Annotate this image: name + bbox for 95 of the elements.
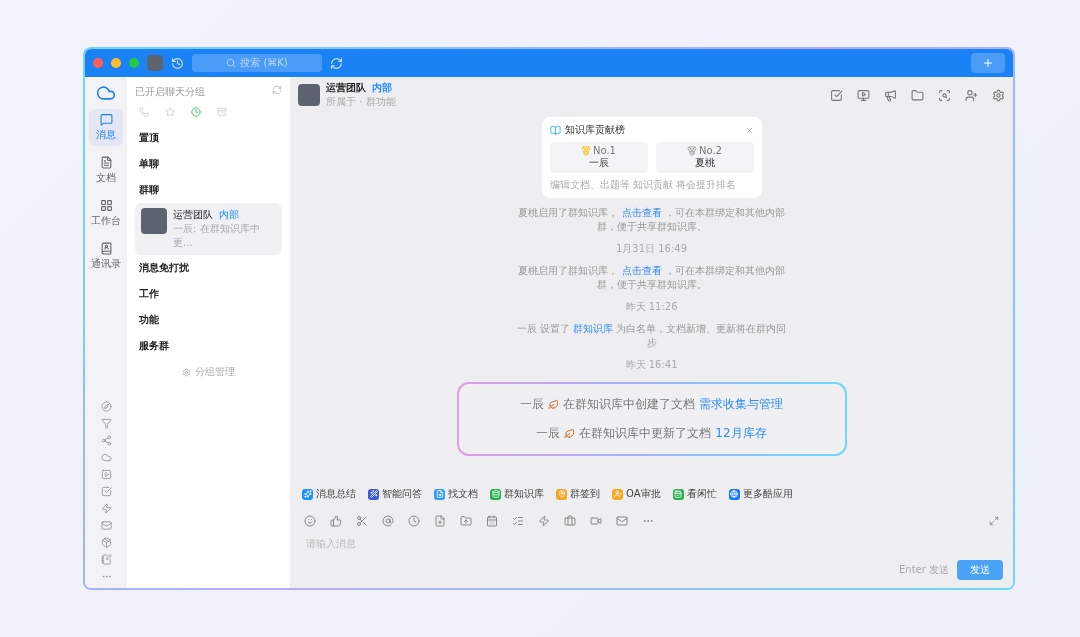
app-shortcut[interactable]: 群签到 <box>556 487 600 501</box>
app-logo-icon <box>96 83 116 103</box>
chat-tag: 内部 <box>370 82 394 93</box>
rail-tab[interactable]: 文档 <box>89 152 123 189</box>
system-notice: 夏桃启用了群知识库， 点击查看 ，可在本群绑定和其他内部群，便于共享群知识库。 <box>517 206 786 234</box>
gear-icon <box>182 367 191 377</box>
toolbar-icon[interactable] <box>408 515 420 527</box>
tool-icon[interactable] <box>100 452 112 463</box>
card-note: 编辑文档、出题等 知识贡献 将会提升排名 <box>549 178 737 192</box>
zoom-dot[interactable] <box>129 58 139 68</box>
list-header: 已开启聊天分组 <box>135 85 205 99</box>
app-shortcut[interactable]: 智能问答 <box>368 487 422 501</box>
tool-icon[interactable] <box>100 537 112 548</box>
expand-icon[interactable] <box>989 516 999 526</box>
toolbar-icon[interactable] <box>382 515 394 527</box>
chat-title: 运营团队 <box>326 82 366 93</box>
header-icon[interactable] <box>911 88 924 102</box>
tool-icon[interactable] <box>100 486 112 497</box>
close-dot[interactable] <box>93 58 103 68</box>
add-button[interactable] <box>971 53 1005 73</box>
activity-text: 在群知识库中更新了文档 <box>579 425 712 442</box>
app-shortcut[interactable]: 更多酷应用 <box>728 487 793 501</box>
card-title: 知识库贡献榜 <box>564 123 625 137</box>
toolbar-icon[interactable] <box>564 515 576 527</box>
group-label[interactable]: 消息免打扰 <box>135 255 282 281</box>
medal-icon <box>581 145 591 156</box>
app-shortcut[interactable]: 消息总结 <box>302 487 356 501</box>
tool-icon[interactable] <box>100 401 112 412</box>
rail-icon <box>99 156 113 169</box>
header-icon[interactable] <box>938 88 951 102</box>
rank-label: No.1 <box>593 145 616 156</box>
toolbar-icon[interactable] <box>304 515 316 527</box>
activity-text: 在群知识库中创建了文档 <box>563 396 695 413</box>
refresh-icon[interactable] <box>272 85 282 95</box>
app-shortcut[interactable]: 找文档 <box>434 487 478 501</box>
avatar <box>147 55 163 71</box>
group-label[interactable]: 工作 <box>135 281 282 307</box>
group-label[interactable]: 功能 <box>135 307 282 333</box>
system-notice: 夏桃启用了群知识库， 点击查看 ，可在本群绑定和其他内部群，便于共享群知识库。 <box>517 264 786 292</box>
tool-icon[interactable] <box>100 520 112 531</box>
tool-icon[interactable] <box>100 554 112 565</box>
leaf-icon <box>548 399 559 410</box>
sync-icon[interactable] <box>330 56 343 70</box>
toolbar-icon[interactable] <box>434 515 446 527</box>
toolbar-icon[interactable] <box>460 515 472 527</box>
rail-icon <box>99 242 113 255</box>
group-label[interactable]: 置顶 <box>135 125 282 151</box>
book-icon <box>549 124 561 136</box>
rail-tab[interactable]: 通讯录 <box>89 238 123 275</box>
rank-name: 夏桃 <box>694 156 715 170</box>
app-shortcut[interactable]: 看闲忙 <box>672 487 717 501</box>
rail-icon <box>99 113 113 126</box>
close-icon[interactable] <box>744 125 754 135</box>
toolbar-icon[interactable] <box>330 515 342 527</box>
header-icon[interactable] <box>830 88 843 102</box>
phone-icon[interactable] <box>139 107 149 117</box>
archive-icon[interactable] <box>217 107 227 117</box>
tool-icon[interactable] <box>100 418 112 429</box>
toolbar-icon[interactable] <box>486 515 498 527</box>
group-avatar <box>298 84 320 106</box>
toolbar-icon[interactable] <box>356 515 368 527</box>
app-shortcut[interactable]: 群知识库 <box>490 487 544 501</box>
star-icon[interactable] <box>165 107 175 117</box>
leaf-icon <box>564 428 576 439</box>
tool-icon[interactable] <box>100 435 112 446</box>
group-label[interactable]: 单聊 <box>135 151 282 177</box>
group-label[interactable]: 服务群 <box>135 333 282 359</box>
minimize-dot[interactable] <box>111 58 121 68</box>
plus-icon <box>982 57 994 69</box>
group-avatar <box>141 208 167 234</box>
tool-icon[interactable] <box>100 469 112 480</box>
chat-name: 运营团队 <box>173 209 213 220</box>
clock-icon[interactable] <box>191 107 201 117</box>
send-hint: Enter 发送 <box>898 563 949 577</box>
group-label[interactable]: 群聊 <box>135 177 282 203</box>
header-icon[interactable] <box>884 88 897 102</box>
history-icon[interactable] <box>171 56 184 70</box>
actor-name: 一辰 <box>520 396 544 413</box>
search-icon <box>226 58 237 68</box>
actor-name: 一辰 <box>536 425 561 442</box>
rail-icon <box>99 199 113 212</box>
toolbar-icon[interactable] <box>590 515 602 527</box>
toolbar-icon[interactable] <box>616 515 628 527</box>
header-icon[interactable] <box>857 88 870 102</box>
rail-tab[interactable]: 工作台 <box>89 195 123 232</box>
app-shortcut[interactable]: OA审批 <box>612 487 661 501</box>
medal-icon <box>687 145 697 156</box>
header-icon[interactable] <box>965 88 978 102</box>
chat-tag: 内部 <box>217 209 241 220</box>
toolbar-icon[interactable] <box>512 515 524 527</box>
rank-name: 一辰 <box>588 156 609 170</box>
toolbar-icon[interactable] <box>538 515 550 527</box>
header-icon[interactable] <box>992 88 1005 102</box>
rank-label: No.2 <box>699 145 722 156</box>
tool-icon[interactable] <box>100 503 112 514</box>
